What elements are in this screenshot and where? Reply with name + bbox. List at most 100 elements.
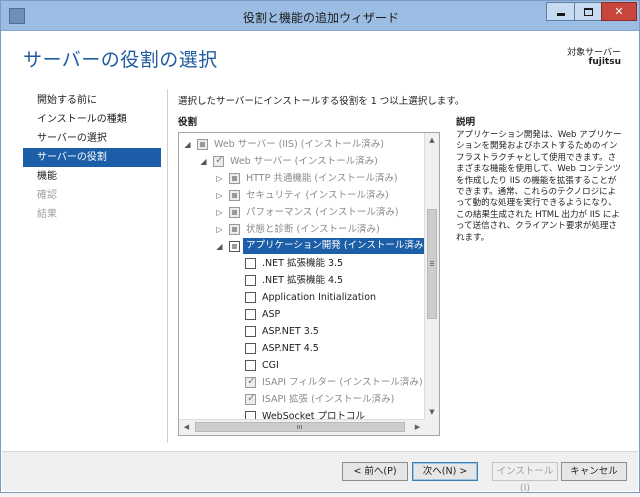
roles-tree[interactable]: ◢ Web サーバー (IIS) (インストール済み) ◢ ✓ Web サーバー (イン… (178, 132, 440, 436)
target-server-name: fujitsu (588, 57, 621, 67)
role-checkbox[interactable]: ✓ (245, 376, 256, 388)
back-button[interactable]: < 前へ(P) (342, 462, 408, 481)
partial-check-icon (232, 193, 237, 198)
role-row[interactable]: ◢ ✓ Web サーバー (インストール済み) (179, 153, 425, 170)
partial-check-icon (232, 210, 237, 215)
minimize-button[interactable] (546, 2, 574, 21)
description-heading: 説明 (456, 117, 476, 128)
role-checkbox[interactable] (245, 326, 256, 337)
window-title: 役割と機能の追加ウィザード (242, 11, 399, 25)
scroll-left-icon[interactable]: ◀ (179, 420, 194, 435)
role-checkbox[interactable] (197, 139, 208, 150)
partial-check-icon (232, 176, 237, 181)
instruction-text: 選択したサーバーにインストールする役割を 1 つ以上選択します。 (178, 96, 465, 107)
vertical-scroll-thumb[interactable] (427, 209, 437, 319)
page-title: サーバーの役割の選択 (23, 49, 218, 71)
role-label: ISAPI 拡張 (インストール済み) (262, 394, 395, 405)
role-label: .NET 拡張機能 4.5 (262, 275, 344, 286)
role-row[interactable]: ▷ 状態と診断 (インストール済み) (179, 221, 425, 238)
install-button[interactable]: インストール(I) (492, 462, 558, 494)
scrollbar-corner (424, 419, 439, 435)
partial-check-icon (200, 142, 205, 147)
role-label: ISAPI フィルター (インストール済み) (262, 377, 423, 388)
role-row[interactable]: ▷ パフォーマンス (インストール済み) (179, 204, 425, 221)
scroll-right-icon[interactable]: ▶ (410, 420, 425, 435)
grip-line (430, 261, 434, 262)
role-row[interactable]: .NET 拡張機能 4.5 (179, 272, 425, 289)
role-checkbox[interactable] (229, 224, 240, 235)
scroll-down-icon[interactable]: ▼ (425, 405, 439, 420)
expand-arrow-icon[interactable]: ▷ (215, 221, 224, 238)
role-row[interactable]: CGI (179, 357, 425, 374)
role-checkbox[interactable] (245, 309, 256, 320)
role-checkbox[interactable] (229, 207, 240, 218)
title-bar[interactable]: 役割と機能の追加ウィザード ✕ (1, 1, 639, 31)
close-icon: ✕ (614, 5, 624, 18)
role-label: .NET 拡張機能 3.5 (262, 258, 344, 269)
role-label: ASP.NET 4.5 (262, 343, 319, 354)
nav-item-6: 確認 (37, 190, 57, 201)
grip-line (297, 425, 298, 429)
role-label: Web サーバー (IIS) (インストール済み) (214, 139, 384, 150)
maximize-icon (583, 7, 593, 16)
role-row[interactable]: ✓ ISAPI 拡張 (インストール済み) (179, 391, 425, 408)
nav-item-2[interactable]: インストールの種類 (23, 110, 161, 129)
role-row[interactable]: .NET 拡張機能 3.5 (179, 255, 425, 272)
grip-line (430, 263, 434, 264)
grip-line (301, 425, 302, 429)
vertical-scrollbar[interactable]: ▲ ▼ (424, 133, 439, 420)
role-label: Web サーバー (インストール済み) (230, 156, 378, 167)
role-checkbox[interactable] (245, 292, 256, 303)
role-checkbox[interactable] (245, 275, 256, 286)
nav-item-4[interactable]: サーバーの役割 (23, 148, 161, 167)
horizontal-scroll-thumb[interactable] (195, 422, 405, 432)
nav-item-5[interactable]: 機能 (23, 167, 161, 186)
role-label: 状態と診断 (インストール済み) (246, 224, 380, 235)
collapse-arrow-icon[interactable]: ◢ (183, 136, 192, 153)
role-row[interactable]: ◢ アプリケーション開発 (インストール済み) (179, 237, 432, 255)
horizontal-scrollbar[interactable]: ◀ ▶ (179, 419, 425, 435)
role-row[interactable]: ASP (179, 306, 425, 323)
check-icon: ✓ (215, 155, 224, 166)
collapse-arrow-icon[interactable]: ◢ (199, 153, 208, 170)
role-checkbox[interactable] (245, 360, 256, 371)
expand-arrow-icon[interactable]: ▷ (215, 170, 224, 187)
roles-heading: 役割 (178, 117, 198, 128)
collapse-arrow-icon[interactable]: ◢ (215, 238, 224, 255)
expand-arrow-icon[interactable]: ▷ (215, 204, 224, 221)
role-row[interactable]: ◢ Web サーバー (IIS) (インストール済み) (179, 136, 425, 153)
role-checkbox[interactable] (245, 258, 256, 269)
role-checkbox[interactable] (229, 173, 240, 184)
role-row[interactable]: ▷ セキュリティ (インストール済み) (179, 187, 425, 204)
role-label: パフォーマンス (インストール済み) (246, 207, 399, 218)
scroll-up-icon[interactable]: ▲ (425, 133, 439, 148)
role-row[interactable]: ✓ ISAPI フィルター (インストール済み) (179, 374, 425, 391)
role-checkbox[interactable]: ✓ (245, 393, 256, 405)
role-checkbox[interactable] (245, 343, 256, 354)
button-bar: < 前へ(P) 次へ(N) > インストール(I) キャンセル (2, 451, 638, 494)
cancel-button[interactable]: キャンセル (561, 462, 627, 481)
role-row[interactable]: ASP.NET 3.5 (179, 323, 425, 340)
role-checkbox[interactable] (229, 190, 240, 201)
role-checkbox[interactable] (229, 241, 240, 252)
role-row[interactable]: ▷ HTTP 共通機能 (インストール済み) (179, 170, 425, 187)
next-button[interactable]: 次へ(N) > (412, 462, 478, 481)
role-row[interactable]: Application Initialization (179, 289, 425, 306)
wizard-window: 役割と機能の追加ウィザード ✕ サーバーの役割の選択 対象サーバー fujits… (0, 0, 640, 494)
grip-line (299, 425, 300, 429)
role-label: ASP (262, 309, 281, 320)
role-checkbox[interactable]: ✓ (213, 155, 224, 167)
nav-item-3[interactable]: サーバーの選択 (23, 129, 161, 148)
role-label: セキュリティ (インストール済み) (246, 190, 389, 201)
maximize-button[interactable] (574, 2, 601, 21)
check-icon: ✓ (247, 376, 256, 387)
grip-line (430, 265, 434, 266)
close-button[interactable]: ✕ (601, 2, 637, 21)
minimize-icon (556, 13, 565, 16)
nav-item-1[interactable]: 開始する前に (23, 91, 161, 110)
expand-arrow-icon[interactable]: ▷ (215, 187, 224, 204)
nav-item-7: 結果 (37, 209, 57, 220)
partial-check-icon (232, 244, 237, 249)
role-row[interactable]: ASP.NET 4.5 (179, 340, 425, 357)
partial-check-icon (232, 227, 237, 232)
